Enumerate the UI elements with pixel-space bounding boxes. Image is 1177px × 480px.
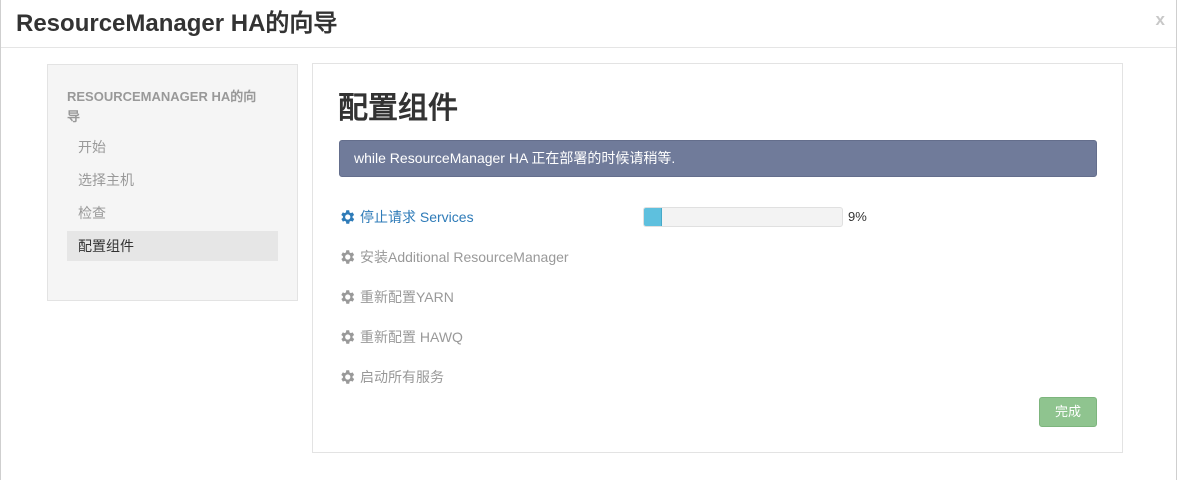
- task-reconfigure-yarn: 重新配置YARN: [338, 286, 454, 308]
- task-label: 安装Additional ResourceManager: [360, 249, 569, 265]
- task-label: 重新配置 HAWQ: [360, 329, 463, 345]
- close-button[interactable]: x: [1156, 10, 1165, 30]
- sidebar-item-select-hosts: 选择主机: [78, 172, 134, 188]
- task-progress-bar: [643, 207, 843, 227]
- gear-icon: [341, 330, 355, 344]
- task-start-all-services: 启动所有服务: [338, 366, 444, 388]
- gear-icon: [341, 290, 355, 304]
- done-button[interactable]: 完成: [1039, 397, 1097, 427]
- sidebar-item-configure-components: 配置组件: [67, 231, 278, 261]
- sidebar-item-review: 检查: [78, 205, 106, 221]
- task-install-additional-rm: 安装Additional ResourceManager: [338, 246, 569, 268]
- wizard-content: 配置组件 while ResourceManager HA 正在部署的时候请稍等…: [312, 63, 1123, 453]
- sidebar-header: RESOURCEMANAGER HA的向导: [67, 89, 257, 124]
- gear-icon: [341, 370, 355, 384]
- task-label: 重新配置YARN: [360, 289, 454, 305]
- modal-title: ResourceManager HA的向导: [16, 10, 338, 37]
- page-title: 配置组件: [338, 92, 458, 125]
- task-label: 停止请求 Services: [360, 209, 474, 225]
- wizard-modal: ResourceManager HA的向导 x RESOURCEMANAGER …: [0, 0, 1177, 480]
- gear-icon: [341, 210, 355, 224]
- task-stop-services[interactable]: 停止请求 Services: [338, 206, 474, 228]
- gear-icon: [341, 250, 355, 264]
- progress-percent: 9%: [848, 209, 867, 224]
- wizard-sidebar: RESOURCEMANAGER HA的向导 开始 选择主机 检查 配置组件: [47, 64, 298, 301]
- modal-header: ResourceManager HA的向导 x: [1, 0, 1176, 48]
- progress-fill: [644, 208, 662, 226]
- info-alert: while ResourceManager HA 正在部署的时候请稍等.: [339, 140, 1097, 177]
- sidebar-item-start: 开始: [78, 139, 106, 155]
- task-reconfigure-hawq: 重新配置 HAWQ: [338, 326, 463, 348]
- task-label: 启动所有服务: [360, 369, 444, 385]
